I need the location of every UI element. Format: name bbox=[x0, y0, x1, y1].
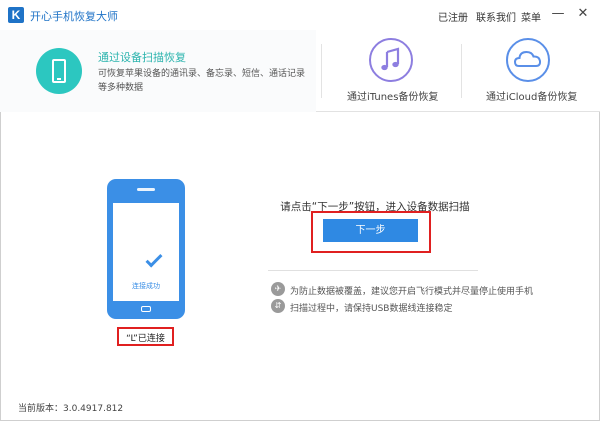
icloud-circle bbox=[506, 38, 550, 82]
mode-divider bbox=[461, 44, 462, 98]
music-note-icon bbox=[381, 47, 400, 71]
phone-icon bbox=[52, 59, 66, 83]
tips-divider bbox=[268, 270, 478, 271]
connection-status: 连接成功 bbox=[132, 282, 160, 290]
device-scan-circle bbox=[36, 48, 82, 94]
app-logo-icon: K bbox=[8, 7, 24, 23]
app-title: 开心手机恢复大师 bbox=[30, 10, 118, 23]
mode-divider bbox=[321, 44, 322, 98]
version-label: 当前版本：3.0.4917.812 bbox=[18, 404, 124, 414]
mode-device-scan-description: 可恢复苹果设备的通讯录、备忘录、短信、通话记录等多种数据 bbox=[98, 69, 306, 93]
next-step-button[interactable]: 下一步 bbox=[323, 219, 418, 242]
contact-us-link[interactable]: 联系我们 bbox=[476, 9, 516, 24]
cloud-icon bbox=[513, 50, 542, 67]
recovery-mode-bar: 通过设备扫描恢复 可恢复苹果设备的通讯录、备忘录、短信、通话记录等多种数据 通过… bbox=[0, 30, 600, 112]
itunes-circle bbox=[369, 38, 413, 82]
mode-device-scan-title: 通过设备扫描恢复 bbox=[98, 51, 186, 64]
registered-link[interactable]: 已注册 bbox=[438, 9, 468, 24]
title-bar: K 开心手机恢复大师 已注册 联系我们 菜单 — ✕ bbox=[0, 0, 600, 30]
close-button[interactable]: ✕ bbox=[575, 6, 591, 22]
device-name-label: “L”已连接 bbox=[126, 334, 165, 344]
mode-device-scan[interactable]: 通过设备扫描恢复 可恢复苹果设备的通讯录、备忘录、短信、通话记录等多种数据 bbox=[0, 30, 316, 112]
mode-icloud-label: 通过iCloud备份恢复 bbox=[486, 92, 578, 103]
mode-itunes-label: 通过iTunes备份恢复 bbox=[347, 92, 439, 103]
phone-screen: 连接成功 bbox=[113, 203, 179, 301]
airplane-icon: ✈ bbox=[271, 282, 285, 296]
tip-usb-stable: 扫描过程中，请保持USB数据线连接稳定 bbox=[290, 304, 453, 314]
connected-phone-illustration: 连接成功 bbox=[107, 179, 185, 319]
device-name-highlight: “L”已连接 bbox=[117, 327, 174, 346]
checkmark-icon bbox=[145, 250, 163, 268]
usb-icon: ⇵ bbox=[271, 299, 285, 313]
tip-airplane-mode: 为防止数据被覆盖，建议您开启飞行模式并尽量停止使用手机 bbox=[290, 287, 534, 297]
phone-home-button bbox=[141, 306, 151, 312]
menu-button[interactable]: 菜单 bbox=[521, 9, 541, 24]
minimize-button[interactable]: — bbox=[550, 6, 566, 22]
phone-earpiece bbox=[137, 188, 155, 191]
